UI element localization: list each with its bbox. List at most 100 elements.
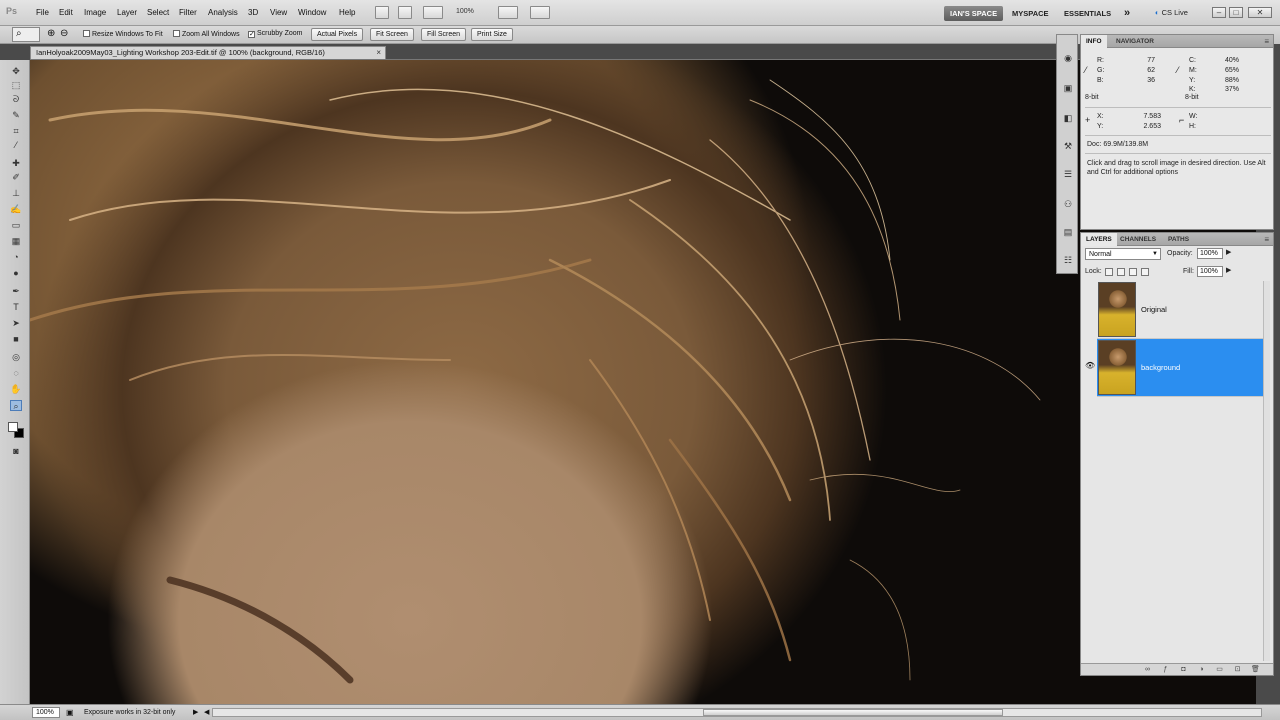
menu-file[interactable]: File	[36, 8, 49, 17]
panel-menu-icon[interactable]: ≡	[1264, 235, 1269, 244]
zoom-all-windows-checkbox[interactable]: Zoom All Windows	[173, 30, 240, 38]
menu-image[interactable]: Image	[84, 8, 106, 17]
opacity-slider-arrow-icon[interactable]: ▶	[1226, 248, 1231, 256]
menu-filter[interactable]: Filter	[179, 8, 197, 17]
histogram-panel-icon[interactable]: ▣	[1062, 83, 1074, 94]
hand-tool-icon[interactable]: ✋	[10, 384, 22, 395]
tab-layers[interactable]: LAYERS	[1081, 233, 1117, 246]
type-tool-icon[interactable]: T	[10, 302, 22, 313]
workspace-ians-space[interactable]: IAN'S SPACE	[944, 6, 1004, 21]
fill-screen-button[interactable]: Fill Screen	[421, 28, 467, 41]
menu-view[interactable]: View	[270, 8, 287, 17]
lock-position-icon[interactable]	[1129, 268, 1137, 276]
cs-live-button[interactable]: ◐ CS Live	[1155, 8, 1188, 17]
layer-row-background[interactable]: background	[1097, 339, 1265, 397]
zoom-field[interactable]: 100%	[32, 707, 60, 718]
close-document-icon[interactable]: ×	[376, 47, 381, 59]
screen-mode-icon[interactable]	[530, 6, 550, 19]
foreground-color[interactable]	[8, 422, 18, 432]
properties-panel-icon[interactable]: ☰	[1062, 169, 1074, 180]
layer-visibility-toggle[interactable]	[1085, 303, 1095, 313]
minimize-button[interactable]: –	[1212, 7, 1226, 18]
tab-paths[interactable]: PATHS	[1163, 233, 1194, 246]
tab-channels[interactable]: CHANNELS	[1115, 233, 1161, 246]
quick-selection-tool-icon[interactable]: ✎	[10, 110, 22, 121]
more-workspaces-button[interactable]: »	[1118, 6, 1136, 21]
menu-window[interactable]: Window	[298, 8, 326, 17]
new-group-icon[interactable]: ▭	[1215, 665, 1224, 674]
status-info-icon[interactable]: ▣	[66, 708, 74, 717]
layer-style-icon[interactable]: ƒ	[1161, 665, 1170, 674]
launch-bridge-icon[interactable]	[375, 6, 389, 19]
zoom-out-icon[interactable]: ⊖	[60, 28, 68, 39]
actual-pixels-button[interactable]: Actual Pixels	[311, 28, 364, 41]
adjustment-layer-icon[interactable]: ◑	[1197, 665, 1206, 674]
view-extras-icon[interactable]	[423, 6, 443, 19]
clone-stamp-tool-icon[interactable]: ⊥	[10, 188, 22, 199]
new-layer-icon[interactable]: ⊡	[1233, 665, 1242, 674]
actions-panel-icon[interactable]: ⚒	[1062, 141, 1074, 152]
delete-layer-icon[interactable]: 🗑	[1251, 665, 1260, 674]
lasso-tool-icon[interactable]: ᘐ	[10, 94, 22, 105]
maximize-button[interactable]: □	[1229, 7, 1243, 18]
menu-analysis[interactable]: Analysis	[208, 8, 238, 17]
eraser-tool-icon[interactable]: ▭	[10, 220, 22, 231]
layer-row-original[interactable]: Original	[1097, 281, 1265, 339]
fill-slider-arrow-icon[interactable]: ▶	[1226, 266, 1231, 274]
gradient-tool-icon[interactable]: ▦	[10, 236, 22, 247]
lock-transparent-icon[interactable]	[1105, 268, 1113, 276]
tab-info[interactable]: INFO	[1081, 35, 1107, 48]
zoom-in-icon[interactable]: ⊕	[47, 28, 55, 39]
menu-edit[interactable]: Edit	[59, 8, 73, 17]
layer-mask-icon[interactable]: ◘	[1179, 665, 1188, 674]
brushes-panel-icon[interactable]: ▤	[1062, 227, 1074, 238]
menu-layer[interactable]: Layer	[117, 8, 137, 17]
workspace-essentials[interactable]: ESSENTIALS	[1058, 6, 1117, 21]
color-swatches[interactable]	[8, 422, 24, 438]
navigator-panel-icon[interactable]: ◉	[1062, 53, 1074, 64]
eye-icon[interactable]: 👁	[1085, 361, 1095, 371]
menu-help[interactable]: Help	[339, 8, 355, 17]
fill-field[interactable]: 100%	[1197, 266, 1223, 277]
brush-tool-icon[interactable]: ✐	[10, 172, 22, 183]
panel-menu-icon[interactable]: ≡	[1264, 37, 1269, 46]
pen-tool-icon[interactable]: ✒	[10, 286, 22, 297]
menu-3d[interactable]: 3D	[248, 8, 258, 17]
document-tab[interactable]: IanHolyoak2009May03_Lighting Workshop 20…	[30, 46, 386, 59]
scrollbar-thumb[interactable]	[703, 709, 1003, 716]
marquee-tool-icon[interactable]: ⬚	[10, 80, 22, 91]
link-layers-icon[interactable]: ∞	[1143, 665, 1152, 674]
zoom-tool-preset-picker[interactable]: ⌕	[12, 27, 40, 42]
shape-tool-icon[interactable]: ■	[10, 334, 22, 345]
lock-all-icon[interactable]	[1141, 268, 1149, 276]
history-brush-tool-icon[interactable]: ✍	[10, 204, 22, 215]
character-panel-icon[interactable]: ☷	[1062, 255, 1074, 266]
zoom-level-dropdown[interactable]: 100%	[456, 8, 474, 15]
workspace-myspace[interactable]: MYSPACE	[1006, 6, 1055, 21]
clone-source-panel-icon[interactable]: ⚇	[1062, 199, 1074, 210]
dodge-tool-icon[interactable]: ●	[10, 268, 22, 279]
scrubby-zoom-checkbox[interactable]: ✓ Scrubby Zoom	[248, 30, 303, 38]
opacity-field[interactable]: 100%	[1197, 248, 1223, 259]
zoom-tool-icon[interactable]: ⌕	[10, 400, 22, 411]
close-button[interactable]: ✕	[1248, 7, 1272, 18]
quick-mask-icon[interactable]: ◙	[10, 446, 22, 457]
horizontal-scrollbar[interactable]	[212, 708, 1262, 717]
blend-mode-dropdown[interactable]: Normal ▼	[1085, 248, 1161, 260]
3d-rotate-tool-icon[interactable]: ◎	[10, 352, 22, 363]
launch-mini-bridge-icon[interactable]	[398, 6, 412, 19]
status-menu-arrow-icon[interactable]: ▶	[193, 708, 198, 716]
print-size-button[interactable]: Print Size	[471, 28, 513, 41]
fit-screen-button[interactable]: Fit Screen	[370, 28, 414, 41]
tab-navigator[interactable]: NAVIGATOR	[1111, 35, 1159, 48]
scroll-left-arrow-icon[interactable]: ◀	[204, 708, 209, 716]
arrange-documents-icon[interactable]	[498, 6, 518, 19]
crop-tool-icon[interactable]: ⌗	[10, 126, 22, 137]
eyedropper-tool-icon[interactable]: ⁄	[10, 140, 22, 151]
lock-image-icon[interactable]	[1117, 268, 1125, 276]
resize-windows-checkbox[interactable]: Resize Windows To Fit	[83, 30, 163, 38]
layers-scrollbar[interactable]	[1263, 281, 1270, 661]
menu-select[interactable]: Select	[147, 8, 169, 17]
adjustments-panel-icon[interactable]: ◧	[1062, 113, 1074, 124]
path-selection-tool-icon[interactable]: ➤	[10, 318, 22, 329]
